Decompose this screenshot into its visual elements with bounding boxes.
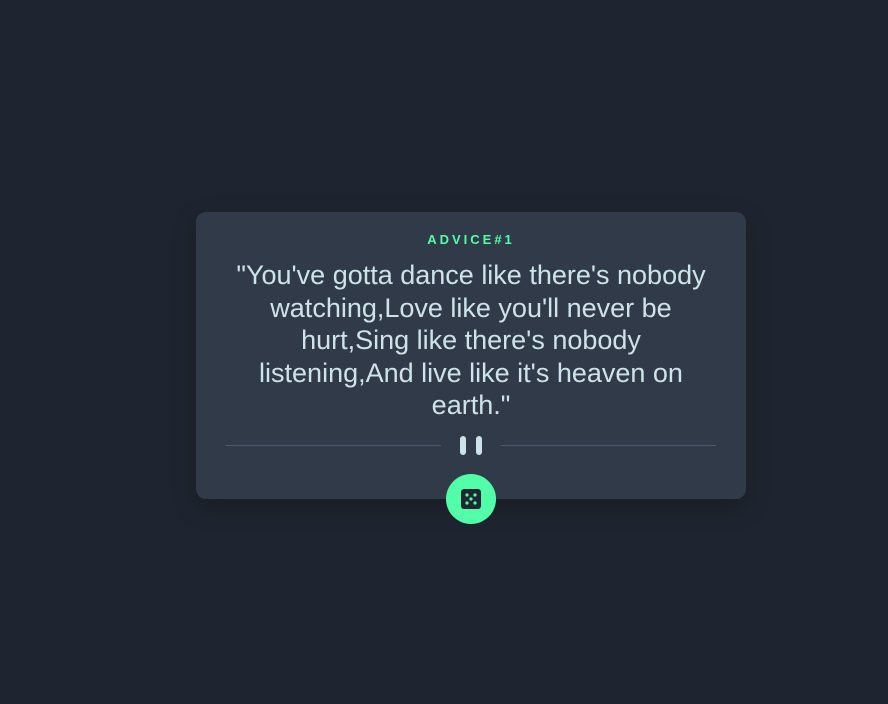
advice-id: ADVICE#1 [427,232,515,247]
pause-bar-right [476,436,482,455]
dice-icon [461,489,481,509]
pause-bar-left [460,436,466,455]
divider-line-left [226,445,441,446]
generate-advice-button[interactable] [446,474,496,524]
divider-line-right [501,445,716,446]
advice-quote: "You've gotta dance like there's nobody … [236,260,706,420]
divider [226,434,716,458]
advice-card: ADVICE#1 "You've gotta dance like there'… [196,212,746,499]
pause-icon [460,436,482,455]
